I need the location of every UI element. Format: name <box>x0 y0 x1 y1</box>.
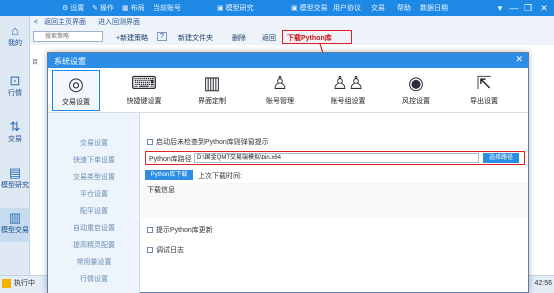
checkbox-box[interactable] <box>147 227 153 233</box>
dialog-title: 系统设置 <box>54 57 86 66</box>
tab-label: 导出设置 <box>470 98 498 105</box>
tab-interface[interactable]: ▥ 界面定制 <box>188 70 236 111</box>
tab-trade-settings[interactable]: ◎ 交易设置 <box>52 70 100 111</box>
tab-shortcut-settings[interactable]: ⌨ 快捷键设置 <box>120 70 168 111</box>
checkbox-label: 调试日志 <box>156 247 184 254</box>
nav-item[interactable]: 交易类型设置 <box>48 172 140 182</box>
checkbox-box[interactable] <box>147 247 153 253</box>
tab-label: 交易设置 <box>62 99 90 106</box>
tab-export[interactable]: ⇱ 导出设置 <box>460 70 508 111</box>
trade-settings-icon: ◎ <box>68 74 84 94</box>
nav-item[interactable]: 交易设置 <box>48 138 140 148</box>
tab-label: 快捷键设置 <box>126 98 162 105</box>
nav-item[interactable]: 快速下单设置 <box>48 155 140 165</box>
last-download-label: 上次下载时间: <box>198 173 242 180</box>
tab-label: 界面定制 <box>198 98 226 105</box>
system-settings-dialog: 系统设置 ✕ ◎ 交易设置 ⌨ 快捷键设置 ▥ 界面定制 ♙ 账号管理 ♙♙ 账号组设置 … <box>47 52 529 293</box>
interface-icon: ▥ <box>203 73 221 93</box>
debug-log-checkbox[interactable]: 调试日志 <box>147 245 184 255</box>
settings-content: 启动后未检查到Python库则弹窗提示 Python库路径 D:\国金QMT交易… <box>141 113 528 293</box>
choose-path-button[interactable]: 选择路径 <box>483 153 519 163</box>
tab-label: 账号管理 <box>266 98 294 105</box>
nav-item[interactable]: 自动重启设置 <box>48 223 140 233</box>
settings-nav: 交易设置 快速下单设置 交易类型设置 平仓设置 配平设置 自动重启设置 提高精灵… <box>48 113 140 293</box>
nav-item[interactable]: 平仓设置 <box>48 189 140 199</box>
close-icon[interactable]: ✕ <box>515 54 523 65</box>
settings-tabs: ◎ 交易设置 ⌨ 快捷键设置 ▥ 界面定制 ♙ 账号管理 ♙♙ 账号组设置 ◉ 风控设置 ⇱… <box>48 68 528 113</box>
risk-control-icon: ◉ <box>408 73 424 93</box>
keyboard-icon: ⌨ <box>131 73 157 93</box>
download-info-label: 下载信息 <box>147 187 175 194</box>
tab-account-group[interactable]: ♙♙ 账号组设置 <box>324 70 372 111</box>
checkbox-label: 提示Python库更新 <box>156 227 213 234</box>
nav-item[interactable]: 配平设置 <box>48 206 140 216</box>
nav-item[interactable]: 行情设置 <box>48 274 140 284</box>
python-path-row: Python库路径 D:\国金QMT交易端模拟\bin.x64 选择路径 <box>145 151 525 165</box>
tab-label: 风控设置 <box>402 98 430 105</box>
checkbox-box[interactable] <box>147 139 153 145</box>
notify-update-checkbox[interactable]: 提示Python库更新 <box>147 225 213 235</box>
python-path-input[interactable]: D:\国金QMT交易端模拟\bin.x64 <box>194 153 479 163</box>
tab-risk-control[interactable]: ◉ 风控设置 <box>392 70 440 111</box>
checkbox-label: 启动后未检查到Python库则弹窗提示 <box>156 139 269 146</box>
export-icon: ⇱ <box>476 73 492 93</box>
download-info-area <box>141 183 528 218</box>
python-download-button[interactable]: Python库下载 <box>145 170 193 180</box>
account-manage-icon: ♙ <box>271 73 289 93</box>
nav-item[interactable]: 提高精灵配置 <box>48 240 140 250</box>
tab-label: 账号组设置 <box>330 98 366 105</box>
account-group-icon: ♙♙ <box>331 73 365 93</box>
auto-check-checkbox[interactable]: 启动后未检查到Python库则弹窗提示 <box>147 137 269 147</box>
dialog-title-bar: 系统设置 ✕ <box>48 53 528 68</box>
nav-item[interactable]: 常用量设置 <box>48 257 140 267</box>
python-path-label: Python库路径 <box>149 156 192 163</box>
tab-account-manage[interactable]: ♙ 账号管理 <box>256 70 304 111</box>
